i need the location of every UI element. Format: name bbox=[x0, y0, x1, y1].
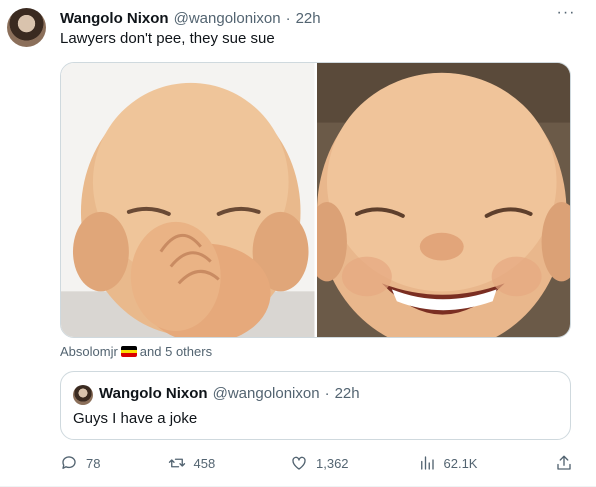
views-button[interactable]: 62.1K bbox=[418, 454, 538, 472]
retweet-icon bbox=[168, 458, 185, 468]
quoted-tweet-text: Guys I have a joke bbox=[73, 410, 198, 427]
quoted-author-name: Wangolo Nixon bbox=[99, 385, 208, 402]
tweet-time[interactable]: 22h bbox=[296, 10, 321, 27]
reply-button[interactable]: 78 bbox=[60, 454, 150, 472]
quoted-tweet-time: 22h bbox=[334, 385, 360, 402]
tweet-header: Wangolo Nixon @wangolonixon · 22h bbox=[60, 8, 321, 28]
tagged-others[interactable]: and 5 others bbox=[140, 344, 212, 359]
quoted-tweet-header: Wangolo Nixon @wangolonixon · 22h bbox=[99, 385, 360, 402]
uganda-flag-icon bbox=[120, 346, 137, 357]
retweet-count: 458 bbox=[193, 455, 216, 471]
quoted-separator-dot: · bbox=[324, 385, 330, 402]
views-chart-icon bbox=[420, 456, 434, 470]
quoted-author-handle: @wangolonixon bbox=[212, 385, 320, 402]
quoted-author-avatar bbox=[73, 385, 93, 405]
like-count: 1,362 bbox=[316, 455, 349, 471]
tweet-actions: 78 458 1,362 62.1K bbox=[60, 452, 575, 474]
more-options-icon[interactable]: ··· bbox=[554, 5, 578, 26]
tagged-first-user[interactable]: Absolomjr bbox=[60, 344, 118, 359]
author-handle[interactable]: @wangolonixon bbox=[174, 10, 281, 27]
tagged-users[interactable]: Absolomjr and 5 others bbox=[60, 344, 212, 359]
separator-dot: · bbox=[285, 9, 291, 27]
media-image-left[interactable] bbox=[61, 63, 315, 337]
like-button[interactable]: 1,362 bbox=[290, 454, 400, 472]
quoted-tweet[interactable]: Wangolo Nixon @wangolonixon · 22h Guys I… bbox=[60, 371, 571, 440]
media-image-right[interactable] bbox=[316, 63, 571, 337]
retweet-button[interactable]: 458 bbox=[168, 454, 273, 472]
reply-count: 78 bbox=[86, 455, 101, 471]
view-count: 62.1K bbox=[443, 455, 478, 471]
tweet-text: Lawyers don't pee, they sue sue bbox=[60, 30, 275, 47]
share-icon bbox=[557, 455, 571, 470]
heart-icon bbox=[292, 456, 306, 470]
share-button[interactable] bbox=[555, 454, 575, 472]
author-avatar[interactable] bbox=[7, 8, 46, 47]
tweet[interactable]: Wangolo Nixon @wangolonixon · 22h ··· La… bbox=[0, 0, 596, 487]
tweet-media[interactable] bbox=[60, 62, 571, 338]
author-name[interactable]: Wangolo Nixon bbox=[60, 10, 169, 27]
reply-icon bbox=[62, 456, 76, 469]
